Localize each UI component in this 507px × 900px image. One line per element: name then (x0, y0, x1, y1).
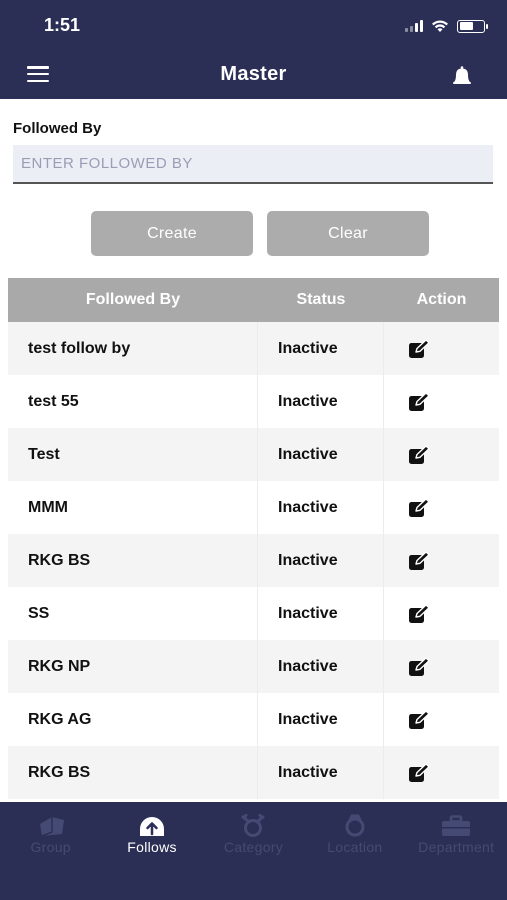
row-followed-by: SS (8, 587, 258, 640)
clear-button[interactable]: Clear (267, 211, 429, 256)
row-action (384, 746, 499, 799)
row-followed-by: test 55 (8, 375, 258, 428)
table-body: test follow by Inactive test 55 Inactive Tes… (8, 322, 499, 799)
row-status: Inactive (258, 587, 384, 640)
row-followed-by: MMM (8, 481, 258, 534)
group-icon (39, 817, 64, 837)
edit-icon[interactable] (408, 391, 430, 412)
row-action (384, 375, 499, 428)
tab-label-location: Location (327, 839, 383, 855)
table-row: test 55 Inactive (8, 375, 499, 428)
table-header: Followed By Status Action (8, 278, 499, 322)
row-status: Inactive (258, 322, 384, 375)
row-followed-by: RKG NP (8, 640, 258, 693)
row-status: Inactive (258, 640, 384, 693)
tab-label-group: Group (30, 839, 71, 855)
table-row: SS Inactive (8, 587, 499, 640)
create-button[interactable]: Create (91, 211, 253, 256)
tab-group[interactable]: Group (0, 802, 101, 864)
wifi-icon (432, 20, 448, 32)
row-action (384, 640, 499, 693)
bell-icon[interactable] (451, 66, 473, 86)
page-title: Master (220, 63, 287, 85)
column-header-status: Status (296, 291, 346, 308)
location-icon (345, 814, 365, 837)
row-followed-by: Test (8, 428, 258, 481)
edit-icon[interactable] (408, 338, 430, 359)
edit-icon[interactable] (408, 603, 430, 624)
row-followed-by: test follow by (8, 322, 258, 375)
tab-label-follows: Follows (127, 839, 177, 855)
tab-category[interactable]: Category (203, 802, 304, 864)
bottom-tab-bar: Group Follows Category Location Departme… (0, 802, 507, 900)
table-row: RKG NP Inactive (8, 640, 499, 693)
status-time: 1:51 (44, 15, 81, 35)
row-action (384, 587, 499, 640)
row-action (384, 428, 499, 481)
table-row: RKG BS Inactive (8, 746, 499, 799)
tab-department[interactable]: Department (406, 802, 507, 864)
table-row: test follow by Inactive (8, 322, 499, 375)
signal-icon (405, 20, 423, 32)
edit-icon[interactable] (408, 550, 430, 571)
followed-by-table: Followed By Status Action test follow by… (8, 278, 499, 799)
row-status: Inactive (258, 534, 384, 587)
followed-by-label: Followed By (13, 120, 102, 137)
tab-follows[interactable]: Follows (101, 802, 202, 864)
status-icons (405, 18, 488, 34)
column-header-followed-by: Followed By (85, 291, 181, 308)
table-row: RKG BS Inactive (8, 534, 499, 587)
department-icon (442, 815, 471, 836)
tab-location[interactable]: Location (304, 802, 405, 864)
row-followed-by: RKG BS (8, 746, 258, 799)
followed-by-input[interactable] (13, 145, 493, 184)
tab-label-category: Category (223, 839, 284, 855)
row-action (384, 534, 499, 587)
edit-icon[interactable] (408, 762, 430, 783)
table-row: MMM Inactive (8, 481, 499, 534)
row-status: Inactive (258, 693, 384, 746)
row-action (384, 693, 499, 746)
row-status: Inactive (258, 428, 384, 481)
row-status: Inactive (258, 746, 384, 799)
column-header-action: Action (416, 291, 467, 308)
edit-icon[interactable] (408, 444, 430, 465)
row-action (384, 322, 499, 375)
followed-by-form: Followed By (13, 120, 493, 184)
follows-icon (140, 817, 165, 836)
category-icon (241, 814, 265, 837)
table-row: RKG AG Inactive (8, 693, 499, 746)
edit-icon[interactable] (408, 656, 430, 677)
row-followed-by: RKG AG (8, 693, 258, 746)
row-status: Inactive (258, 375, 384, 428)
row-status: Inactive (258, 481, 384, 534)
row-action (384, 481, 499, 534)
tab-label-department: Department (418, 839, 495, 855)
battery-icon (457, 19, 488, 33)
row-followed-by: RKG BS (8, 534, 258, 587)
edit-icon[interactable] (408, 709, 430, 730)
table-row: Test Inactive (8, 428, 499, 481)
app-header: 1:51 Master (0, 0, 507, 99)
edit-icon[interactable] (408, 497, 430, 518)
